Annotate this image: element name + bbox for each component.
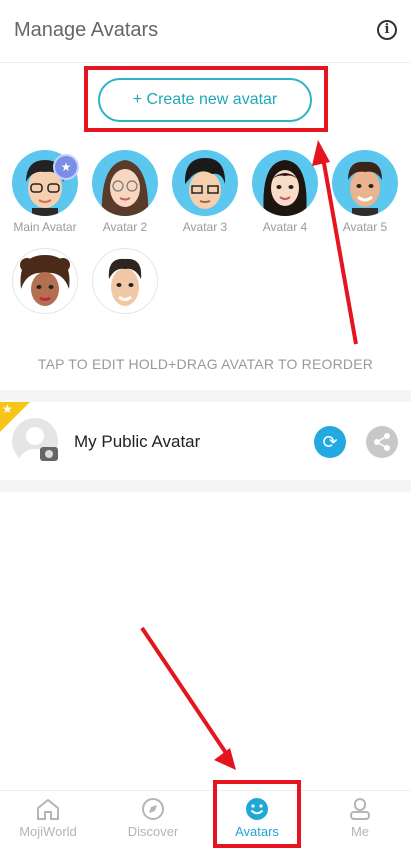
compass-icon [142,798,164,820]
home-icon [37,798,59,820]
person-icon [350,798,370,820]
nav-label: Avatars [235,824,279,839]
nav-label: Discover [127,824,179,839]
nav-item-mojiworld[interactable]: MojiWorld [8,796,88,839]
nav-item-avatars[interactable]: Avatars [217,796,297,839]
smiley-icon [246,798,268,820]
nav-label: Me [350,824,370,839]
nav-label: MojiWorld [19,824,77,839]
nav-item-me[interactable]: Me [320,796,400,839]
annotation-arrows [140,140,358,770]
nav-item-discover[interactable]: Discover [113,796,193,839]
